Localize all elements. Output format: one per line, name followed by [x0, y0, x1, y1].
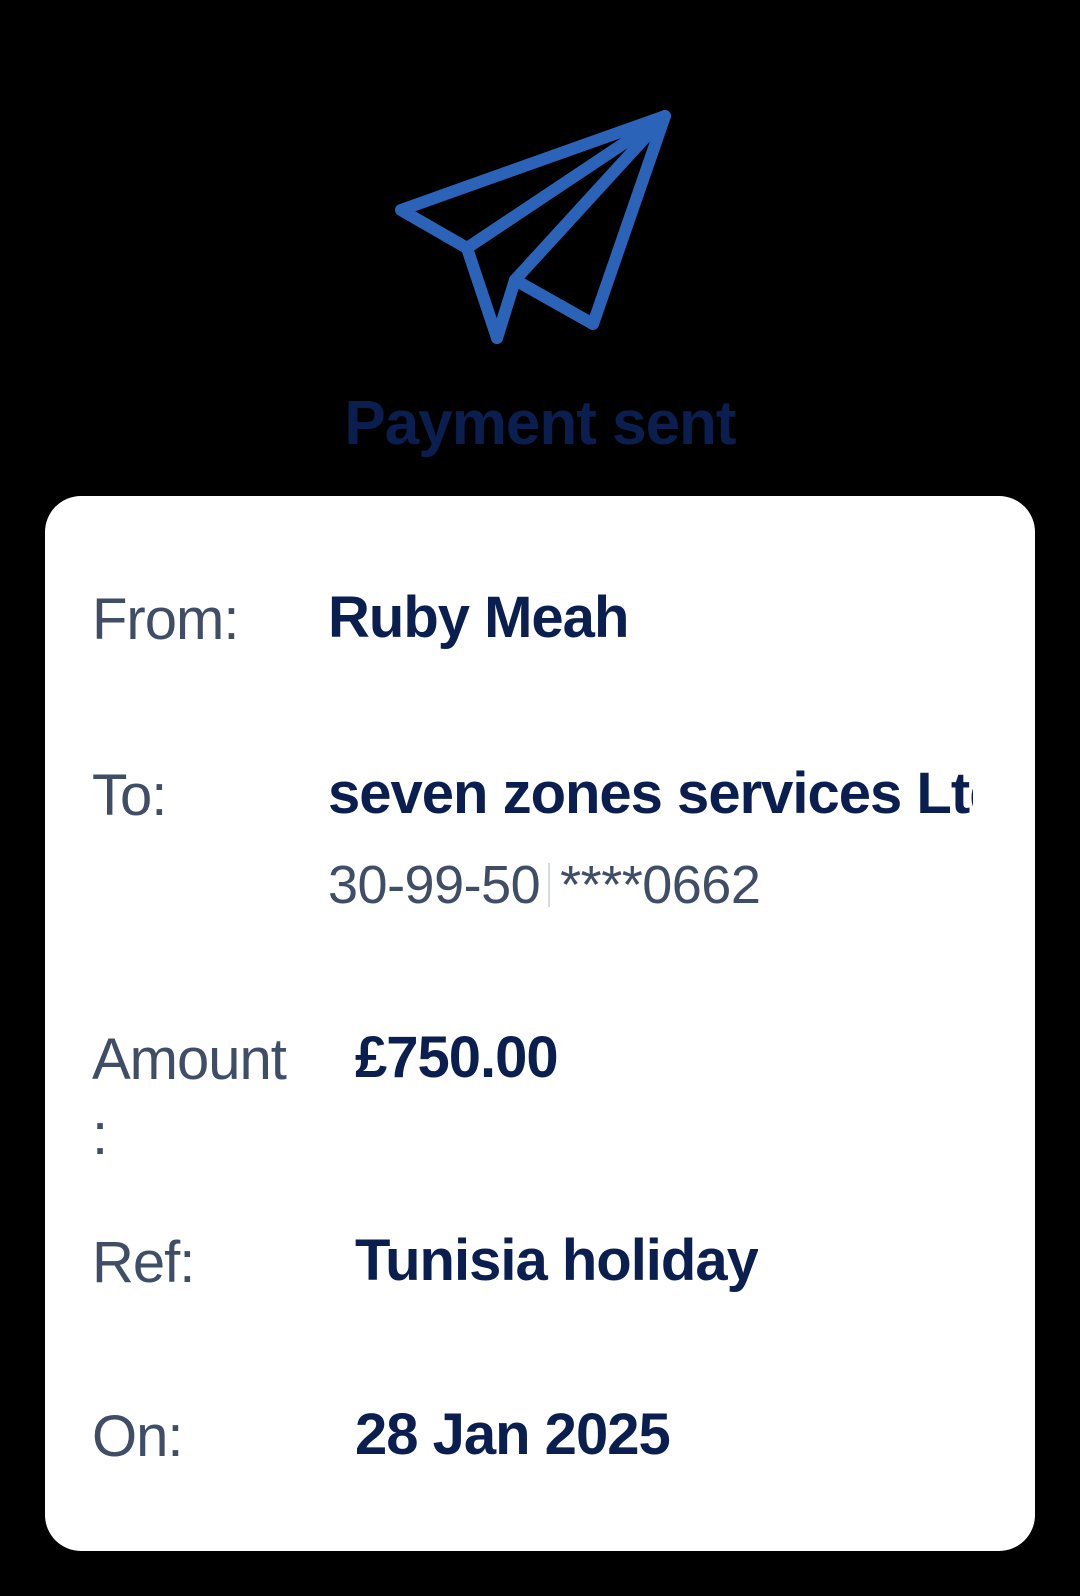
account-details: 30-99-50 ****0662 — [328, 853, 761, 917]
from-value: Ruby Meah — [328, 585, 629, 650]
amount-label: Amount — [92, 1027, 287, 1092]
on-value: 28 Jan 2025 — [355, 1402, 670, 1467]
account-number: ****0662 — [560, 855, 761, 915]
page-title: Payment sent — [344, 389, 736, 458]
from-label: From: — [92, 587, 239, 652]
divider — [548, 863, 551, 907]
to-label: To: — [92, 763, 167, 828]
on-label: On: — [92, 1404, 183, 1469]
sort-code: 30-99-50 — [328, 855, 541, 915]
amount-value: £750.00 — [355, 1025, 558, 1090]
amount-label-colon: : — [92, 1102, 108, 1167]
ref-label: Ref: — [92, 1230, 195, 1295]
payment-details-card: From: Ruby Meah To: seven zones services… — [45, 496, 1035, 1551]
to-value: seven zones services Ltd — [328, 761, 973, 826]
paper-plane-icon — [395, 108, 685, 353]
ref-value: Tunisia holiday — [355, 1228, 758, 1293]
